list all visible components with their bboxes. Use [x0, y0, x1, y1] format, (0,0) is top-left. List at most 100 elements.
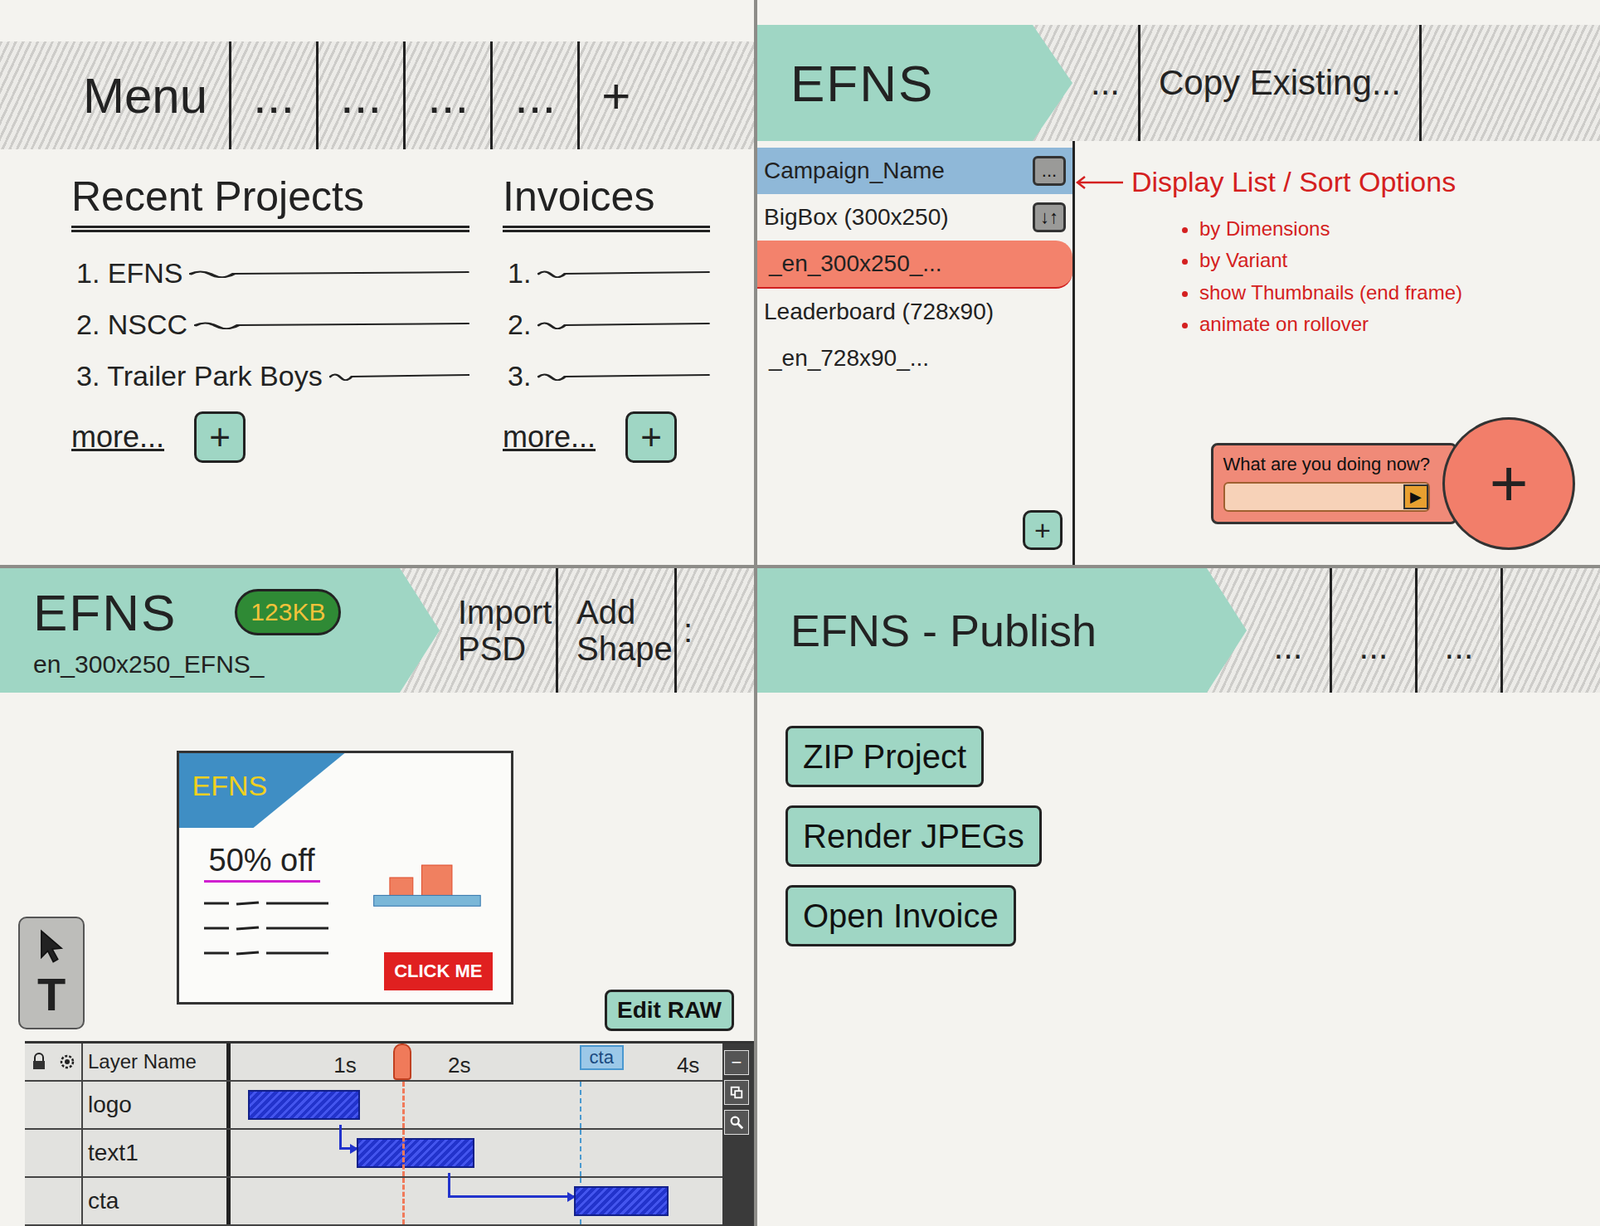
list-item[interactable]: 2. — [507, 298, 711, 351]
add-button[interactable]: + — [194, 411, 246, 463]
annotation-bullet: by Variant — [1199, 244, 1576, 277]
menu-item[interactable]: + — [577, 41, 652, 150]
zoom-button[interactable] — [724, 1109, 749, 1135]
list-item[interactable]: 3. Trailer Park Boys — [76, 350, 470, 402]
display-list-item[interactable]: BigBox (300x250) ↓↑ — [757, 194, 1073, 241]
layer-row[interactable]: logo — [24, 1081, 723, 1130]
time-ruler[interactable]: 1s2s4s cta — [230, 1043, 723, 1080]
time-tick: 1s — [333, 1052, 356, 1079]
submit-button[interactable]: ▶ — [1403, 484, 1429, 510]
menu-item[interactable]: : — [676, 568, 700, 693]
banner-logo[interactable]: EFNS — [179, 753, 346, 828]
toolbox: T — [18, 916, 85, 1030]
layer-name: cta — [81, 1177, 231, 1225]
more-link[interactable]: more... — [502, 419, 596, 455]
menu-item[interactable]: Copy Existing... — [1140, 24, 1422, 142]
list-title: Invoices — [502, 172, 711, 233]
timeline: Layer Name 1s2s4s cta logo text1 cta − — [24, 1040, 754, 1226]
breadcrumb[interactable]: EFNS - Publish — [757, 568, 1247, 693]
timeline-marker[interactable]: cta — [579, 1045, 624, 1070]
publish-screen: EFNS - Publish ......... ZIP Project Rend… — [757, 568, 1600, 1226]
pointer-tool-icon[interactable] — [37, 928, 66, 965]
duplicate-button[interactable] — [724, 1079, 749, 1105]
magnifier-icon — [729, 1114, 745, 1130]
menu-item[interactable]: ... — [403, 41, 491, 150]
playhead[interactable] — [393, 1043, 412, 1080]
publish-button[interactable]: Render JPEGs — [785, 805, 1042, 867]
list-item[interactable]: 1. — [507, 247, 711, 299]
campaign-options-button[interactable]: ... — [1032, 155, 1066, 186]
time-tick: 2s — [447, 1052, 471, 1079]
editor-header: EFNS 123KB en_300x250_EFNS_ Import PSDAd… — [0, 568, 754, 693]
placeholder-line — [537, 319, 711, 330]
add-button[interactable]: + — [1022, 510, 1063, 550]
menu-item[interactable]: ... — [1417, 568, 1503, 693]
layer-name-header: Layer Name — [81, 1043, 231, 1080]
home-list: Invoices 1. 2. 3. more... + — [502, 172, 711, 463]
placeholder-line — [329, 370, 470, 381]
layer-bar[interactable] — [356, 1137, 475, 1168]
publish-header: EFNS - Publish ......... — [757, 568, 1600, 693]
breadcrumb[interactable]: EFNS — [757, 24, 1073, 142]
product-image-icon — [369, 852, 487, 915]
list-item[interactable]: 3. — [507, 350, 711, 402]
breadcrumb[interactable]: EFNS 123KB en_300x250_EFNS_ — [0, 568, 440, 693]
display-list-item[interactable]: Leaderboard (728x90) — [757, 288, 1073, 336]
banner-cta[interactable]: CLICK ME — [384, 952, 492, 991]
quick-add-input[interactable] — [1225, 483, 1405, 511]
campaign-screen: EFNS ...Copy Existing... Campaign_Name .… — [757, 0, 1600, 569]
display-list-item[interactable]: _en_300x250_... — [757, 240, 1073, 289]
publish-button[interactable]: Open Invoice — [785, 885, 1017, 947]
list-item[interactable]: 2. NSCC — [76, 298, 470, 351]
layer-row[interactable]: text1 — [24, 1129, 723, 1178]
banner-headline[interactable]: 50% off — [204, 842, 321, 883]
annotation: Display List / Sort Options by Dimension… — [1074, 141, 1576, 341]
text-tool[interactable]: T — [37, 971, 66, 1018]
layer-bar[interactable] — [248, 1089, 360, 1120]
lock-icon[interactable] — [29, 1052, 49, 1071]
annotation-bullet: animate on rollover — [1199, 308, 1576, 341]
menu-item[interactable]: ... — [1332, 568, 1418, 693]
big-add-button[interactable]: + — [1442, 417, 1576, 550]
menu-item[interactable]: ... — [1072, 24, 1141, 142]
layer-row[interactable]: cta — [24, 1177, 723, 1226]
sort-button[interactable]: ↓↑ — [1032, 202, 1066, 233]
menu-item[interactable]: ... — [228, 41, 317, 150]
add-button[interactable]: + — [625, 411, 677, 463]
menu-bar: Menu............+ — [0, 41, 754, 150]
placeholder-line — [204, 898, 329, 909]
file-name: en_300x250_EFNS_ — [33, 650, 382, 679]
layer-name: logo — [81, 1081, 231, 1129]
visibility-icon[interactable] — [58, 1052, 77, 1071]
placeholder-line — [204, 923, 329, 934]
placeholder-line — [537, 370, 711, 381]
list-item[interactable]: 1. EFNS — [76, 247, 470, 299]
menu-item[interactable]: Add Shape — [558, 568, 677, 693]
layer-bar[interactable] — [573, 1186, 669, 1216]
more-link[interactable]: more... — [71, 419, 165, 455]
pointer-arrow-icon — [1074, 174, 1125, 191]
edit-raw-button[interactable]: Edit RAW — [604, 989, 735, 1032]
display-list-item[interactable]: _en_728x90_... — [757, 335, 1073, 382]
menu-item[interactable]: ... — [1246, 568, 1333, 693]
quick-add-prompt: What are you doing now? — [1223, 453, 1431, 476]
editor-screen: EFNS 123KB en_300x250_EFNS_ Import PSDAd… — [0, 568, 758, 1226]
menu-item[interactable]: Menu — [74, 41, 229, 150]
publish-button[interactable]: ZIP Project — [785, 725, 984, 788]
zoom-out-button[interactable]: − — [724, 1050, 749, 1075]
menu-item[interactable]: ... — [316, 41, 404, 150]
placeholder-line — [537, 267, 711, 278]
quick-add: What are you doing now? ▶ + — [1210, 417, 1576, 550]
banner-canvas: EFNS 50% off CLICK ME — [176, 750, 514, 1005]
home-screen: Menu............+ Recent Projects 1. EFN… — [0, 0, 758, 569]
campaign-name-row[interactable]: Campaign_Name ... — [757, 147, 1073, 195]
placeholder-line — [189, 267, 470, 278]
placeholder-line — [204, 948, 329, 959]
annotation-bullet: show Thumbnails (end frame) — [1199, 277, 1576, 309]
link-arrow-icon — [447, 1172, 574, 1198]
wireframe-board: Menu............+ Recent Projects 1. EFN… — [0, 0, 1600, 1226]
placeholder-line — [194, 319, 470, 330]
list-title: Recent Projects — [71, 172, 470, 233]
menu-item[interactable]: Import PSD — [439, 568, 559, 693]
menu-item[interactable]: ... — [490, 41, 578, 150]
